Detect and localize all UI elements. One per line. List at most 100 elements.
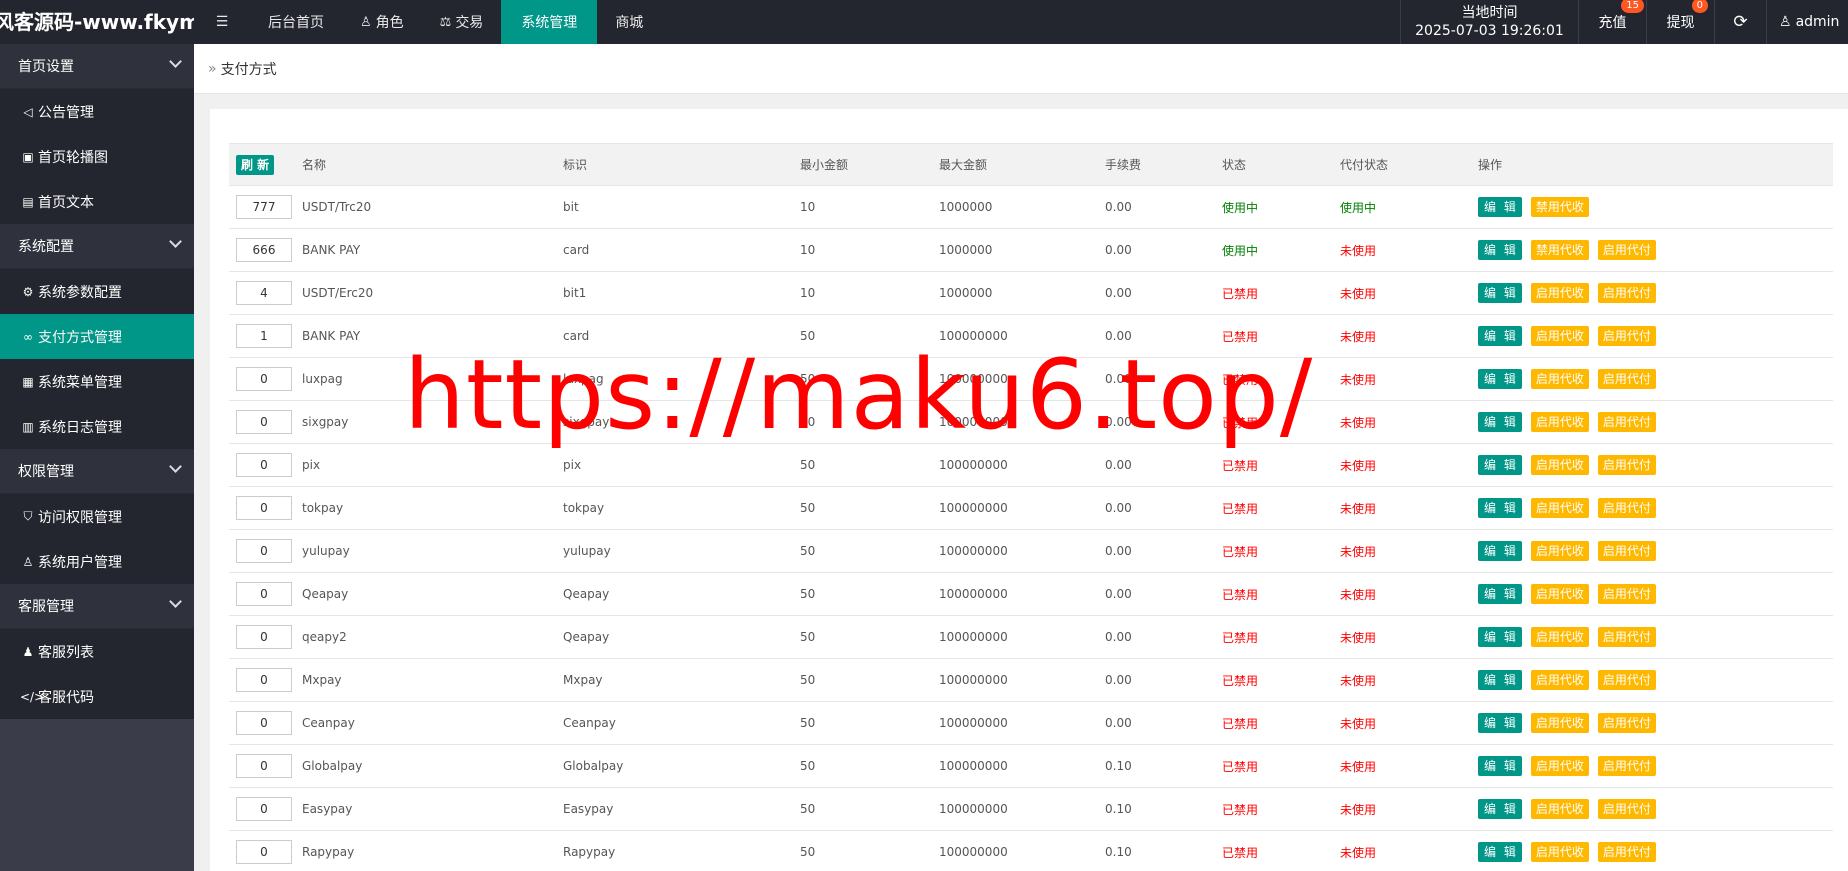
payout-toggle-button[interactable]: 启用代付 — [1597, 240, 1656, 260]
edit-button[interactable]: 编 辑 — [1478, 584, 1522, 604]
edit-button[interactable]: 编 辑 — [1478, 756, 1522, 776]
collect-toggle-button[interactable]: 启用代收 — [1530, 283, 1589, 303]
refresh-button[interactable]: ⟳ — [1714, 0, 1766, 44]
cell-min: 50 — [800, 673, 816, 687]
edit-button[interactable]: 编 辑 — [1478, 498, 1522, 518]
sort-input[interactable]: 0 — [236, 840, 292, 864]
withdraw-button[interactable]: 提现 0 — [1646, 0, 1714, 44]
cell-code: sixgpay — [563, 415, 610, 429]
cell-payout: 未使用 — [1340, 329, 1377, 344]
sort-input[interactable]: 1 — [236, 324, 292, 348]
sort-input[interactable]: 0 — [236, 668, 292, 692]
cell-max: 100000000 — [939, 630, 1008, 644]
collect-toggle-button[interactable]: 启用代收 — [1530, 326, 1589, 346]
sort-input[interactable]: 0 — [236, 582, 292, 606]
collect-toggle-button[interactable]: 启用代收 — [1530, 584, 1589, 604]
cell-name: Qeapay — [302, 587, 349, 601]
edit-button[interactable]: 编 辑 — [1478, 369, 1522, 389]
edit-button[interactable]: 编 辑 — [1478, 842, 1522, 862]
table-refresh-button[interactable]: 刷 新 — [236, 154, 275, 175]
collect-toggle-button[interactable]: 启用代收 — [1530, 455, 1589, 475]
edit-button[interactable]: 编 辑 — [1478, 713, 1522, 733]
payout-toggle-button[interactable]: 启用代付 — [1597, 713, 1656, 733]
sort-input[interactable]: 0 — [236, 539, 292, 563]
sidebar-item-payment[interactable]: ∞ 支付方式管理 — [0, 314, 194, 359]
recharge-button[interactable]: 充值 15 — [1578, 0, 1646, 44]
sidebar-item-banner[interactable]: ▣ 首页轮播图 — [0, 134, 194, 179]
sidebar-group-service[interactable]: 客服管理 — [0, 584, 194, 629]
sidebar-toggle-button[interactable]: ☰ — [194, 0, 250, 44]
payout-toggle-button[interactable]: 启用代付 — [1597, 799, 1656, 819]
sidebar-group-home[interactable]: 首页设置 — [0, 44, 194, 89]
nav-home[interactable]: 后台首页 — [250, 0, 342, 44]
sidebar-group-system[interactable]: 系统配置 — [0, 224, 194, 269]
edit-button[interactable]: 编 辑 — [1478, 326, 1522, 346]
edit-button[interactable]: 编 辑 — [1478, 240, 1522, 260]
edit-button[interactable]: 编 辑 — [1478, 799, 1522, 819]
cell-status: 已禁用 — [1222, 458, 1259, 473]
payout-toggle-button[interactable]: 启用代付 — [1597, 670, 1656, 690]
sort-input[interactable]: 0 — [236, 797, 292, 821]
nav-trade[interactable]: ⚖ 交易 — [422, 0, 502, 44]
collect-toggle-button[interactable]: 禁用代收 — [1530, 197, 1589, 217]
payout-toggle-button[interactable]: 启用代付 — [1597, 326, 1656, 346]
payout-toggle-button[interactable]: 启用代付 — [1597, 842, 1656, 862]
sort-input[interactable]: 0 — [236, 410, 292, 434]
sidebar-item-log[interactable]: ▥ 系统日志管理 — [0, 404, 194, 449]
edit-button[interactable]: 编 辑 — [1478, 197, 1522, 217]
sidebar-item-users[interactable]: ♙ 系统用户管理 — [0, 539, 194, 584]
cell-code: bit1 — [563, 286, 587, 300]
collect-toggle-button[interactable]: 启用代收 — [1530, 369, 1589, 389]
sidebar-item-service-code[interactable]: </> 客服代码 — [0, 674, 194, 719]
sort-input[interactable]: 0 — [236, 496, 292, 520]
edit-button[interactable]: 编 辑 — [1478, 283, 1522, 303]
cell-min: 10 — [800, 243, 816, 257]
payout-toggle-button[interactable]: 启用代付 — [1597, 541, 1656, 561]
edit-button[interactable]: 编 辑 — [1478, 412, 1522, 432]
sort-input[interactable]: 777 — [236, 195, 292, 219]
sort-input[interactable]: 0 — [236, 754, 292, 778]
cell-max: 100000000 — [939, 329, 1008, 343]
payout-toggle-button[interactable]: 启用代付 — [1597, 756, 1656, 776]
collect-toggle-button[interactable]: 启用代收 — [1530, 670, 1589, 690]
payout-toggle-button[interactable]: 启用代付 — [1597, 283, 1656, 303]
sidebar-item-menu[interactable]: ▦ 系统菜单管理 — [0, 359, 194, 404]
logo[interactable]: 风客源码-www.fkym.n... — [0, 0, 194, 44]
payout-toggle-button[interactable]: 启用代付 — [1597, 584, 1656, 604]
collect-toggle-button[interactable]: 启用代收 — [1530, 498, 1589, 518]
collect-toggle-button[interactable]: 启用代收 — [1530, 412, 1589, 432]
edit-button[interactable]: 编 辑 — [1478, 670, 1522, 690]
edit-button[interactable]: 编 辑 — [1478, 541, 1522, 561]
collect-toggle-button[interactable]: 启用代收 — [1530, 799, 1589, 819]
nav-mall[interactable]: 商城 — [597, 0, 661, 44]
edit-button[interactable]: 编 辑 — [1478, 627, 1522, 647]
payout-toggle-button[interactable]: 启用代付 — [1597, 412, 1656, 432]
sort-input[interactable]: 0 — [236, 625, 292, 649]
payout-toggle-button[interactable]: 启用代付 — [1597, 455, 1656, 475]
collect-toggle-button[interactable]: 启用代收 — [1530, 541, 1589, 561]
table-row: 0 Globalpay Globalpay 50 100000000 0.10 已禁用 未使用… — [229, 745, 1833, 788]
sort-input[interactable]: 666 — [236, 238, 292, 262]
sidebar-group-permission[interactable]: 权限管理 — [0, 449, 194, 494]
sort-input[interactable]: 0 — [236, 711, 292, 735]
collect-toggle-button[interactable]: 启用代收 — [1530, 713, 1589, 733]
edit-button[interactable]: 编 辑 — [1478, 455, 1522, 475]
payout-toggle-button[interactable]: 启用代付 — [1597, 627, 1656, 647]
sidebar-item-notice[interactable]: ◁ 公告管理 — [0, 89, 194, 134]
sidebar-item-params[interactable]: ⚙ 系统参数配置 — [0, 269, 194, 314]
sidebar-item-access[interactable]: ⛉ 访问权限管理 — [0, 494, 194, 539]
sort-input[interactable]: 0 — [236, 453, 292, 477]
nav-system[interactable]: 系统管理 — [501, 0, 598, 44]
collect-toggle-button[interactable]: 启用代收 — [1530, 756, 1589, 776]
sidebar-item-service-list[interactable]: ♟ 客服列表 — [0, 629, 194, 674]
payout-toggle-button[interactable]: 启用代付 — [1597, 498, 1656, 518]
collect-toggle-button[interactable]: 启用代收 — [1530, 842, 1589, 862]
admin-menu[interactable]: ♙ admin — [1766, 0, 1848, 44]
sidebar-item-home-text[interactable]: ▤ 首页文本 — [0, 179, 194, 224]
nav-roles[interactable]: ♙ 角色 — [342, 0, 422, 44]
sort-input[interactable]: 0 — [236, 367, 292, 391]
sort-input[interactable]: 4 — [236, 281, 292, 305]
payout-toggle-button[interactable]: 启用代付 — [1597, 369, 1656, 389]
collect-toggle-button[interactable]: 禁用代收 — [1530, 240, 1589, 260]
collect-toggle-button[interactable]: 启用代收 — [1530, 627, 1589, 647]
